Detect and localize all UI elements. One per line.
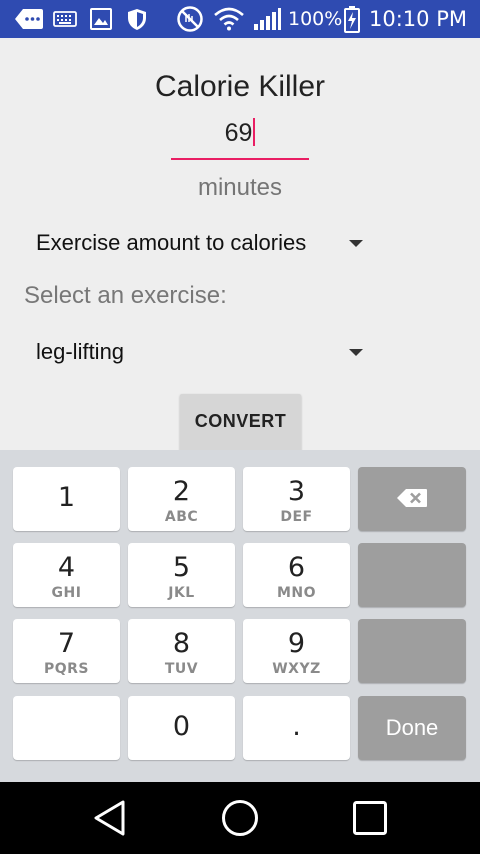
- input-underline: [171, 158, 309, 160]
- blank-function-key[interactable]: [358, 543, 466, 607]
- key-letters: DEF: [280, 509, 313, 525]
- signal-icon: [252, 7, 282, 31]
- key-digit: 7: [57, 628, 76, 659]
- battery-charging-icon: [343, 5, 361, 33]
- clock: 10:10 PM: [369, 7, 467, 31]
- keyboard-icon: [53, 7, 77, 31]
- key-letters: JKL: [168, 585, 195, 601]
- do-not-disturb-icon: [176, 6, 204, 32]
- mode-spinner[interactable]: Exercise amount to calories: [36, 224, 366, 264]
- key-digit: 2: [172, 476, 191, 507]
- done-label: Done: [385, 715, 439, 740]
- minutes-text: 69: [224, 119, 253, 147]
- key-0[interactable]: 0: [128, 696, 235, 760]
- key-4[interactable]: 4 GHI: [13, 543, 120, 607]
- home-icon[interactable]: [218, 796, 262, 840]
- mode-spinner-value: Exercise amount to calories: [36, 230, 307, 255]
- shield-icon: [126, 7, 148, 31]
- app-title: Calorie Killer: [154, 70, 326, 103]
- key-letters: WXYZ: [272, 661, 321, 677]
- key-6[interactable]: 6 MNO: [243, 543, 350, 607]
- app-content: Calorie Killer 69 minutes Exercise amoun…: [0, 38, 480, 450]
- dropdown-arrow-icon: [349, 349, 363, 356]
- key-digit: 6: [287, 552, 306, 583]
- key-digit: 3: [287, 476, 306, 507]
- select-exercise-label: Select an exercise:: [24, 282, 227, 309]
- status-bar: 100% 10:10 PM: [0, 0, 480, 38]
- done-key[interactable]: Done: [358, 696, 466, 760]
- minutes-value[interactable]: 69: [171, 118, 309, 148]
- key-letters: ABC: [164, 509, 199, 525]
- key-period[interactable]: .: [243, 696, 350, 760]
- key-8[interactable]: 8 TUV: [128, 619, 235, 683]
- key-7[interactable]: 7 PQRS: [13, 619, 120, 683]
- back-icon[interactable]: [87, 796, 131, 840]
- key-digit: 9: [287, 628, 306, 659]
- key-3[interactable]: 3 DEF: [243, 467, 350, 531]
- key-digit: .: [292, 711, 301, 742]
- key-letters: MNO: [276, 585, 317, 601]
- battery-percent: 100%: [288, 8, 343, 30]
- text-cursor: [253, 118, 256, 146]
- key-letters: GHI: [51, 585, 82, 601]
- image-icon: [89, 7, 113, 31]
- convert-button[interactable]: CONVERT: [180, 394, 301, 450]
- blank-key[interactable]: [13, 696, 120, 760]
- key-digit: 0: [172, 711, 191, 742]
- key-2[interactable]: 2 ABC: [128, 467, 235, 531]
- backspace-key[interactable]: [358, 467, 466, 531]
- recents-icon[interactable]: [348, 796, 392, 840]
- notification-icon: [14, 7, 44, 31]
- blank-function-key[interactable]: [358, 619, 466, 683]
- key-digit: 5: [172, 552, 191, 583]
- key-letters: TUV: [164, 661, 199, 677]
- key-letters: PQRS: [43, 661, 90, 677]
- minutes-input[interactable]: 69: [171, 112, 309, 162]
- dropdown-arrow-icon: [349, 240, 363, 247]
- key-digit: 8: [172, 628, 191, 659]
- wifi-icon: [212, 7, 246, 31]
- key-9[interactable]: 9 WXYZ: [243, 619, 350, 683]
- exercise-spinner[interactable]: leg-lifting: [36, 333, 366, 373]
- navigation-bar: [0, 782, 480, 854]
- key-1[interactable]: 1: [13, 467, 120, 531]
- exercise-spinner-value: leg-lifting: [36, 339, 125, 364]
- unit-label: minutes: [197, 174, 283, 201]
- key-digit: 4: [57, 552, 76, 583]
- backspace-icon: [396, 488, 428, 512]
- key-digit: 1: [57, 482, 76, 513]
- key-5[interactable]: 5 JKL: [128, 543, 235, 607]
- numeric-keyboard: 1 2 ABC 3 DEF 4 GHI 5 JKL 6 MNO 7 PQRS 8…: [0, 450, 480, 782]
